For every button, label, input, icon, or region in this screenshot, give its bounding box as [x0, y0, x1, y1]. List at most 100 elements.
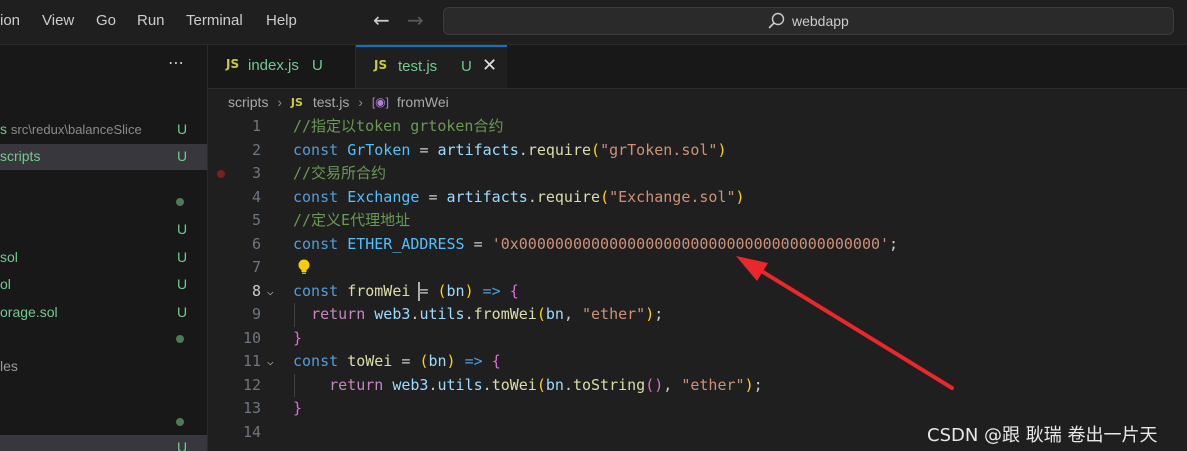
indent-guide — [294, 303, 295, 327]
git-status-badge: U — [312, 57, 323, 74]
code-line[interactable]: 2 const GrToken = artifacts.require("grTo… — [208, 139, 1187, 163]
line-number: 7 — [251, 258, 261, 276]
fold-chevron-icon[interactable]: ⌵ — [267, 350, 274, 374]
modified-dot-icon — [176, 335, 184, 343]
modified-dot-icon — [176, 418, 184, 426]
code-text: const ETHER_ADDRESS = '0x000000000000000… — [293, 234, 899, 253]
javascript-file-icon: JS — [226, 57, 240, 71]
line-number: 4 — [251, 187, 261, 206]
watermark: CSDN @跟 耿瑞 卷出一片天 — [927, 425, 1158, 446]
menu-terminal[interactable]: Terminal — [186, 12, 243, 29]
sidebar-item[interactable] — [0, 326, 207, 352]
breadcrumb-symbol[interactable]: fromWei — [397, 94, 449, 110]
sidebar-item-sol[interactable]: sol U — [0, 245, 207, 271]
menu-view[interactable]: View — [42, 12, 74, 29]
code-line[interactable]: 10} — [208, 327, 1187, 351]
search-icon — [768, 12, 785, 29]
sidebar-item-balance-slice[interactable]: s src\redux\balanceSlice U — [0, 117, 207, 143]
git-status-badge: U — [177, 148, 188, 164]
code-text: } — [293, 399, 303, 417]
sidebar-item-label: les — [0, 358, 18, 374]
git-status-badge: U — [177, 439, 188, 451]
indent-guide — [294, 373, 295, 397]
sidebar-item-label: s — [0, 121, 7, 137]
line-number: 6 — [251, 234, 261, 253]
tab-label: test.js — [398, 58, 438, 75]
tab-test-js[interactable]: JS test.js U ✕ — [356, 45, 507, 88]
tab-label: index.js — [248, 57, 299, 74]
menu-run[interactable]: Run — [137, 12, 165, 29]
sidebar-item[interactable] — [0, 189, 207, 215]
sidebar-item-label: orage.sol — [0, 304, 58, 320]
code-text: const GrToken = artifacts.require("grTok… — [293, 140, 727, 159]
code-text: return web3.utils.toWei(bn.toString(), "… — [329, 375, 763, 394]
code-editor[interactable]: 1 //指定以token grtoken合约 2 const GrToken = ar… — [208, 114, 1187, 451]
code-line[interactable]: 6 const ETHER_ADDRESS = '0x00000000000000… — [208, 233, 1187, 257]
forward-arrow-icon[interactable]: → — [407, 9, 424, 31]
line-number: 10 — [242, 328, 261, 347]
breadcrumb-folder[interactable]: scripts — [228, 94, 268, 110]
tab-index-js[interactable]: JS index.js U — [208, 45, 356, 88]
sidebar-item-ol[interactable]: ol U — [0, 272, 207, 298]
explorer-sidebar: ⋯ s src\redux\balanceSlice U scripts U U… — [0, 45, 208, 451]
code-line[interactable]: 5 //定义E代理地址 — [208, 209, 1187, 233]
sidebar-item-label: ol — [0, 276, 11, 292]
code-line[interactable]: 8 ⌵ const fromWei = (bn) => { — [208, 280, 1187, 304]
close-icon[interactable]: ✕ — [482, 55, 497, 76]
lightbulb-icon[interactable] — [296, 258, 312, 276]
title-bar: ion View Go Run Terminal Help ← → webdap… — [0, 0, 1187, 45]
search-text: webdapp — [792, 13, 849, 29]
variable-symbol-icon: [◉] — [371, 95, 389, 110]
code-text: //定义E代理地址 — [293, 211, 411, 229]
sidebar-item[interactable] — [0, 409, 207, 435]
back-arrow-icon[interactable]: ← — [373, 9, 390, 31]
line-number: 12 — [242, 375, 261, 394]
code-line[interactable]: 13} — [208, 397, 1187, 421]
code-line[interactable]: 4 const Exchange = artifacts.require("Exc… — [208, 186, 1187, 210]
line-number: 1 — [251, 117, 261, 135]
sidebar-item[interactable]: U — [0, 217, 207, 243]
line-number: 3 — [251, 164, 261, 182]
menu-help[interactable]: Help — [266, 12, 297, 29]
sidebar-item-description: src\redux\balanceSlice — [10, 122, 142, 137]
sidebar-item-scripts[interactable]: scripts U — [0, 144, 207, 170]
code-text: return web3.utils.fromWei(bn, "ether"); — [311, 305, 664, 323]
more-actions-icon[interactable]: ⋯ — [168, 53, 185, 72]
code-text: //指定以token grtoken合约 — [293, 117, 504, 135]
code-line[interactable]: 1 //指定以token grtoken合约 — [208, 115, 1187, 139]
sidebar-item-storage-sol[interactable]: orage.sol U — [0, 300, 207, 326]
javascript-file-icon: JS — [290, 95, 303, 109]
menu-go[interactable]: Go — [96, 12, 116, 29]
editor-tab-bar: JS index.js U JS test.js U ✕ — [208, 45, 1187, 89]
sidebar-item-files[interactable]: les — [0, 354, 207, 380]
menu-selection[interactable]: ion — [0, 12, 20, 29]
code-line[interactable]: 9 return web3.utils.fromWei(bn, "ether")… — [208, 303, 1187, 327]
code-line[interactable]: 11 ⌵ const toWei = (bn) => { — [208, 350, 1187, 374]
modified-dot-icon — [176, 198, 184, 206]
code-text: const fromWei = (bn) => { — [293, 281, 519, 301]
command-center-search[interactable]: webdapp — [443, 7, 1174, 35]
chevron-right-icon: › — [358, 94, 363, 111]
javascript-file-icon: JS — [374, 58, 388, 72]
git-status-badge: U — [177, 249, 188, 265]
sidebar-item[interactable]: U — [0, 435, 207, 451]
fold-chevron-icon[interactable]: ⌵ — [267, 280, 274, 304]
git-status-badge: U — [177, 221, 188, 237]
line-number: 2 — [251, 140, 261, 159]
line-number: 5 — [251, 211, 261, 229]
git-status-badge: U — [177, 276, 188, 292]
sidebar-item-label: scripts — [0, 148, 41, 164]
git-status-badge: U — [177, 304, 188, 320]
line-number: 11 — [242, 352, 261, 370]
code-line[interactable]: 7 — [208, 256, 1187, 280]
code-line[interactable]: 3 //交易所合约 — [208, 162, 1187, 186]
line-number: 8 — [251, 281, 261, 300]
code-text: } — [293, 328, 303, 347]
line-number: 9 — [251, 305, 261, 323]
code-text: const Exchange = artifacts.require("Exch… — [293, 187, 745, 206]
code-line[interactable]: 12 return web3.utils.toWei(bn.toString()… — [208, 374, 1187, 398]
breadcrumb-file[interactable]: test.js — [313, 94, 350, 110]
breadcrumb: scripts › JS test.js › [◉] fromWei — [228, 93, 449, 113]
git-status-badge: U — [461, 58, 472, 75]
sidebar-item-label: sol — [0, 249, 18, 265]
